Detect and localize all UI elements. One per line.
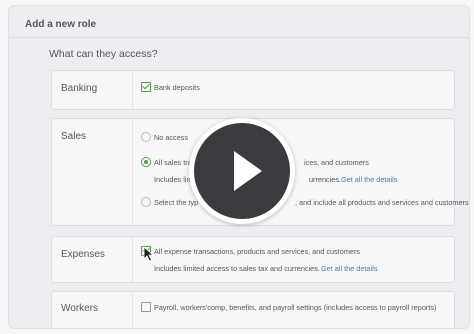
section-divider xyxy=(132,71,133,109)
section-divider xyxy=(132,292,133,328)
expenses-includes-text: Includes limited access to sales tax and… xyxy=(154,264,320,273)
sales-select-types-label: Select the typ xyxy=(154,198,199,207)
expenses-label: Expenses xyxy=(61,249,105,260)
workers-checkbox[interactable] xyxy=(141,302,151,312)
workers-section: Workers Payroll, workers'comp, benefits,… xyxy=(51,291,455,328)
sales-all-transactions-label: All sales tra xyxy=(154,158,192,167)
section-divider xyxy=(132,237,133,282)
mouse-cursor-icon xyxy=(143,246,155,262)
expenses-details-link[interactable]: Get all the details xyxy=(321,264,377,273)
workers-label: Workers xyxy=(61,303,99,314)
banking-section: Banking Bank deposits xyxy=(51,70,455,110)
sales-no-access-label: No access xyxy=(154,133,189,142)
sales-label: Sales xyxy=(61,131,87,142)
sales-includes-text-end: urrencies. xyxy=(309,175,342,184)
sales-select-types-radio[interactable] xyxy=(141,197,151,207)
workers-payroll-label: Payroll, workers'comp, benefits, and pay… xyxy=(154,303,437,312)
expenses-section: Expenses All expense transactions, produ… xyxy=(51,236,455,283)
sales-all-transactions-label-end: ices, and customers xyxy=(304,158,369,167)
expenses-all-label: All expense transactions, products and s… xyxy=(154,247,361,256)
section-divider xyxy=(132,119,133,225)
sales-select-types-label-end: , and include all products and services … xyxy=(295,198,469,207)
play-icon xyxy=(234,151,262,191)
sales-details-link[interactable]: Get all the details xyxy=(341,175,397,184)
dialog-title: Add a new role xyxy=(25,19,97,30)
sales-all-transactions-radio[interactable] xyxy=(141,157,151,167)
banking-label: Banking xyxy=(61,83,98,94)
bank-deposits-checkbox[interactable] xyxy=(141,82,151,92)
access-question: What can they access? xyxy=(49,48,158,60)
title-divider xyxy=(9,37,469,38)
play-button[interactable] xyxy=(189,118,295,224)
bank-deposits-label: Bank deposits xyxy=(154,83,200,92)
sales-no-access-radio[interactable] xyxy=(141,132,151,142)
